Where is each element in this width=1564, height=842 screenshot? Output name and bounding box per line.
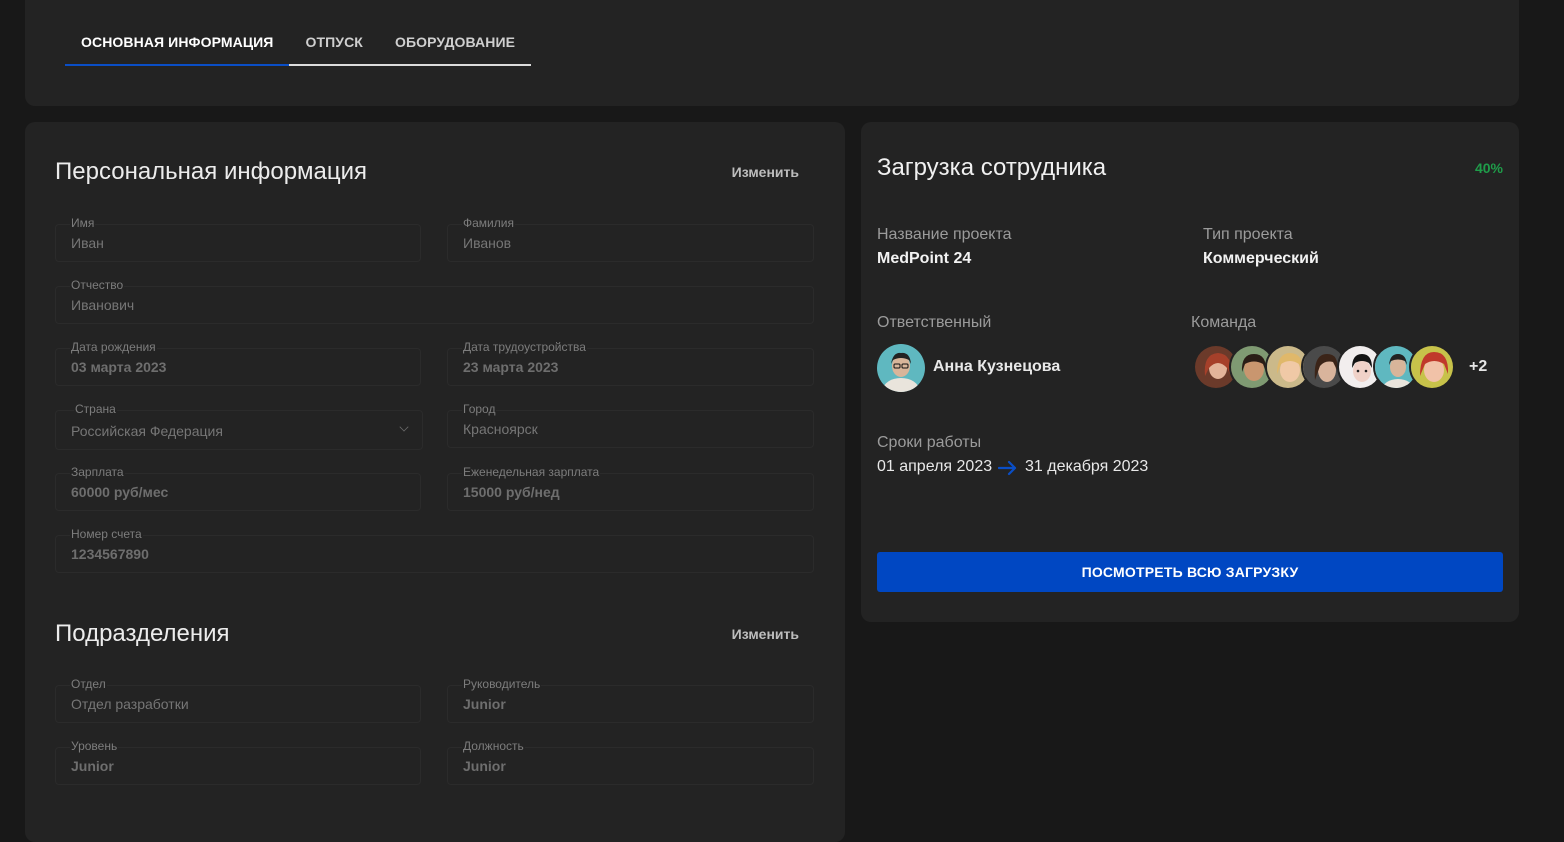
personal-info-title: Персональная информация xyxy=(55,158,368,185)
project-type-value: Коммерческий xyxy=(1203,250,1319,267)
last-name-field[interactable]: Фамилия Иванов xyxy=(447,216,814,262)
hire-date-value: 23 марта 2023 xyxy=(463,359,559,375)
arrow-right-icon xyxy=(998,460,1017,476)
position-field[interactable]: Должность Junior xyxy=(447,739,814,785)
patronymic-label: Отчество xyxy=(70,278,125,292)
tab-bar: ОСНОВНАЯ ИНФОРМАЦИЯ ОТПУСК ОБОРУДОВАНИЕ xyxy=(65,24,532,66)
birth-date-field[interactable]: Дата рождения 03 марта 2023 xyxy=(55,340,421,386)
department-value: Отдел разработки xyxy=(71,696,189,712)
manager-field[interactable]: Руководитель Junior xyxy=(447,677,814,723)
birth-date-value: 03 марта 2023 xyxy=(71,359,167,375)
position-label: Должность xyxy=(462,739,525,753)
account-label: Номер счета xyxy=(70,527,143,541)
responsible-label: Ответственный xyxy=(877,314,992,331)
birth-date-label: Дата рождения xyxy=(70,340,157,354)
tabs-card: ОСНОВНАЯ ИНФОРМАЦИЯ ОТПУСК ОБОРУДОВАНИЕ xyxy=(25,0,1519,106)
workload-percent: 40% xyxy=(1474,160,1503,176)
manager-label: Руководитель xyxy=(462,677,542,691)
salary-value: 60000 руб/мес xyxy=(71,484,169,500)
project-type-label: Тип проекта xyxy=(1203,226,1293,243)
department-label: Отдел xyxy=(70,677,107,691)
hire-date-field[interactable]: Дата трудоустройства 23 марта 2023 xyxy=(447,340,814,386)
city-value: Красноярск xyxy=(463,421,538,437)
department-field[interactable]: Отдел Отдел разработки xyxy=(55,677,421,723)
team-more-count[interactable]: +2 xyxy=(1469,344,1487,392)
team-member-avatar[interactable] xyxy=(1409,344,1455,390)
salary-field[interactable]: Зарплата 60000 руб/мес xyxy=(55,465,421,511)
weekly-salary-value: 15000 руб/нед xyxy=(463,484,560,500)
weekly-salary-field[interactable]: Еженедельная зарплата 15000 руб/нед xyxy=(447,465,814,511)
responsible-name[interactable]: Анна Кузнецова xyxy=(933,358,1060,376)
country-value: Российская Федерация xyxy=(71,423,223,439)
city-label: Город xyxy=(462,402,497,416)
weekly-salary-label: Еженедельная зарплата xyxy=(462,465,601,479)
workload-title: Загрузка сотрудника xyxy=(877,154,1107,181)
manager-value: Junior xyxy=(463,696,506,712)
date-end: 31 декабря 2023 xyxy=(1025,458,1149,475)
project-name-label: Название проекта xyxy=(877,226,1012,243)
dates-label: Сроки работы xyxy=(877,434,982,451)
first-name-value: Иван xyxy=(71,235,104,251)
hire-date-label: Дата трудоустройства xyxy=(462,340,587,354)
personal-info-card: Персональная информация Изменить Имя Ива… xyxy=(25,122,845,842)
position-value: Junior xyxy=(463,758,506,774)
departments-title: Подразделения xyxy=(55,620,230,647)
salary-label: Зарплата xyxy=(70,465,125,479)
view-all-workload-button[interactable]: ПОСМОТРЕТЬ ВСЮ ЗАГРУЗКУ xyxy=(877,552,1503,592)
account-field[interactable]: Номер счета 1234567890 xyxy=(55,527,814,573)
patronymic-value: Иванович xyxy=(71,297,135,313)
avatar[interactable] xyxy=(877,344,925,392)
date-start: 01 апреля 2023 xyxy=(877,458,993,475)
workload-card: Загрузка сотрудника 40% Название проекта… xyxy=(861,122,1519,622)
project-name-value: MedPoint 24 xyxy=(877,250,972,267)
team-avatars[interactable]: +2 xyxy=(1193,344,1487,392)
patronymic-field[interactable]: Отчество Иванович xyxy=(55,278,814,324)
country-select[interactable]: Страна Российская Федерация xyxy=(55,402,423,450)
chevron-down-icon xyxy=(399,422,409,432)
country-label: Страна xyxy=(74,402,117,416)
tab-equipment[interactable]: ОБОРУДОВАНИЕ xyxy=(379,24,531,66)
account-value: 1234567890 xyxy=(71,546,149,562)
last-name-value: Иванов xyxy=(463,235,512,251)
first-name-label: Имя xyxy=(70,216,96,230)
level-label: Уровень xyxy=(70,739,119,753)
last-name-label: Фамилия xyxy=(462,216,515,230)
team-label: Команда xyxy=(1191,314,1257,331)
level-field[interactable]: Уровень Junior xyxy=(55,739,421,785)
level-value: Junior xyxy=(71,758,114,774)
tab-main-info[interactable]: ОСНОВНАЯ ИНФОРМАЦИЯ xyxy=(65,24,290,66)
city-field[interactable]: Город Красноярск xyxy=(447,402,814,448)
tab-vacation[interactable]: ОТПУСК xyxy=(289,24,378,66)
personal-edit-button[interactable]: Изменить xyxy=(732,164,799,180)
first-name-field[interactable]: Имя Иван xyxy=(55,216,421,262)
departments-edit-button[interactable]: Изменить xyxy=(732,626,799,642)
